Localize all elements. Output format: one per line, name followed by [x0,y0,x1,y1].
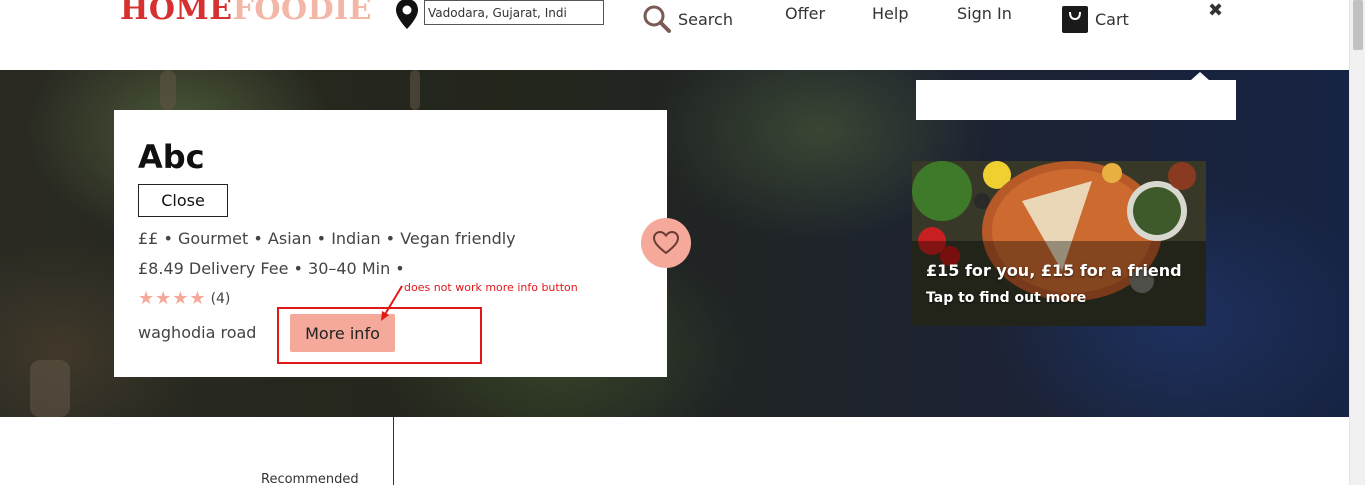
restaurant-name: Abc [138,138,205,176]
logo[interactable]: HOMEFOODIE [120,0,372,27]
close-icon[interactable]: ✖ [1208,0,1223,21]
cart-icon [1062,6,1088,33]
nav-sign-in-label: Sign In [957,4,1012,23]
recommended-label[interactable]: Recommended [261,472,359,485]
top-header: HOMEFOODIE Search Offer Help Sign In [0,0,1349,70]
nav-search-label: Search [678,9,733,29]
restaurant-info-card: Abc Close ££ • Gourmet • Asian • Indian … [114,110,667,377]
delivery-info: £8.49 Delivery Fee • 30–40 Min • [138,259,405,278]
close-button[interactable]: Close [138,184,228,217]
tree-trunk [410,70,420,110]
promo-subtitle: Tap to find out more [926,290,1087,306]
page-scrollbar[interactable] [1349,0,1365,485]
dropdown-panel [916,80,1236,120]
nav-search[interactable]: Search [642,4,733,34]
tree-trunk [30,360,70,417]
tree-trunk [160,70,176,110]
rating: ★ ★ ★ ★ (4) [138,290,230,308]
nav-cart-label: Cart [1095,9,1129,29]
page: HOMEFOODIE Search Offer Help Sign In [0,0,1365,485]
star-icon: ★ [189,288,206,309]
referral-promo-card[interactable]: £15 for you, £15 for a friend Tap to fin… [912,161,1206,326]
nav-help-label: Help [872,4,909,23]
star-icon: ★ [172,288,189,309]
annotation-arrow-icon [381,285,403,321]
nav-offer-label: Offer [785,4,826,23]
logo-foodie: FOODIE [232,0,373,27]
search-icon [643,5,671,33]
star-icon: ★ [155,288,172,309]
star-icon: ★ [138,288,155,309]
annotation-note: does not work more info button [404,281,578,294]
favorite-button[interactable] [641,218,691,268]
restaurant-address: waghodia road [138,323,257,342]
hero-banner: Abc Close ££ • Gourmet • Asian • Indian … [0,70,1349,417]
nav-cart[interactable]: Cart [1061,4,1129,34]
location-input[interactable] [424,0,604,25]
scrollbar-thumb[interactable] [1353,0,1363,50]
logo-home: HOME [120,0,233,27]
dropdown-caret [1191,72,1209,80]
section-divider [393,417,394,485]
nav-offer[interactable]: Offer [785,4,825,23]
restaurant-tags: ££ • Gourmet • Asian • Indian • Vegan fr… [138,229,516,248]
rating-count: (4) [210,291,231,307]
location-pin-icon [396,0,418,29]
nav-help[interactable]: Help [872,4,908,23]
promo-title: £15 for you, £15 for a friend [926,261,1182,280]
heart-icon [652,230,680,255]
nav-sign-in[interactable]: Sign In [957,4,1012,23]
